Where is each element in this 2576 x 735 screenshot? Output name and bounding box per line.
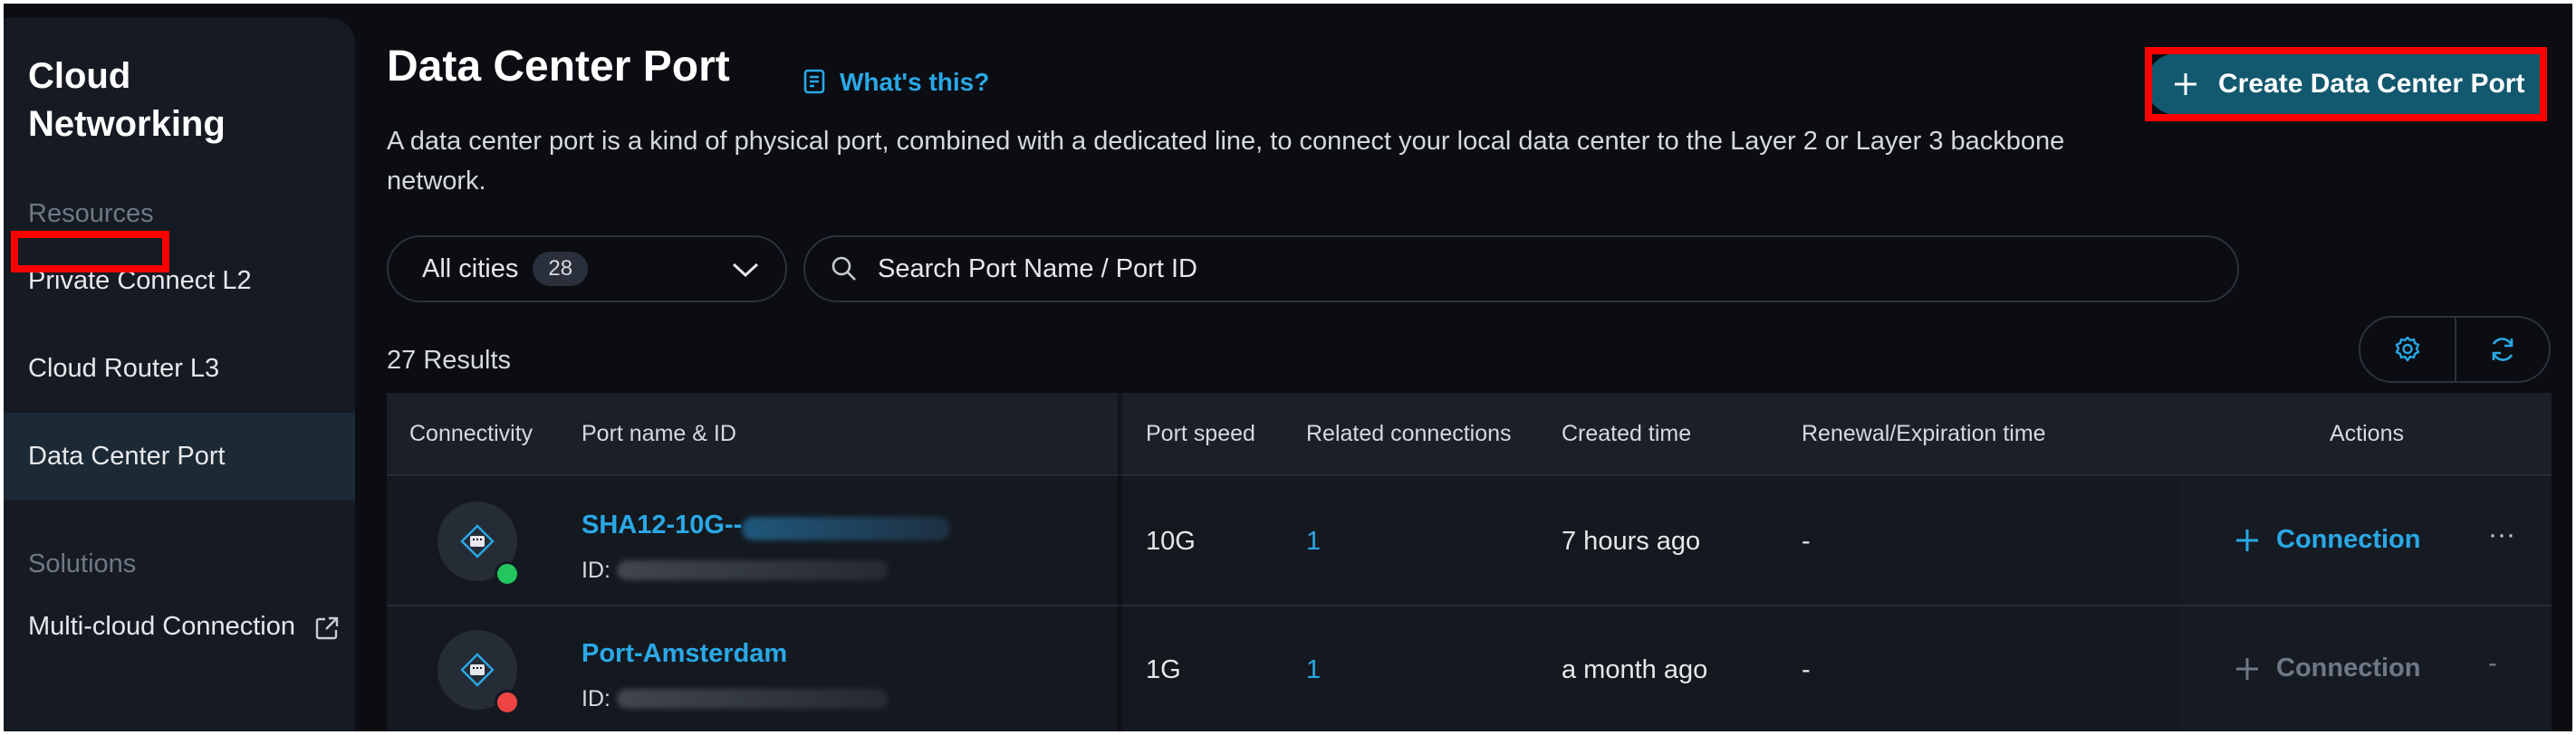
- more-actions-disabled: -: [2488, 648, 2497, 678]
- sidebar-title: Cloud Networking: [28, 56, 226, 144]
- created-time: a month ago: [1562, 655, 1708, 684]
- port-id-label: ID:: [582, 686, 610, 711]
- table-row: SHA12-10G-- ID: 10G 1 7 hours ago - Conn…: [387, 478, 2552, 606]
- table-header: Connectivity Port name & ID Port speed R…: [387, 393, 2552, 476]
- settings-button[interactable]: [2360, 318, 2455, 381]
- add-connection-button[interactable]: Connection: [2235, 525, 2421, 555]
- port-icon: [460, 653, 495, 687]
- redacted-id: [617, 689, 889, 709]
- created-time: 7 hours ago: [1562, 527, 1701, 556]
- whats-this-link[interactable]: What's this?: [803, 68, 989, 97]
- sidebar-item-label: Data Center Port: [28, 441, 226, 471]
- renewal-time: -: [1802, 655, 1811, 684]
- create-button-label: Create Data Center Port: [2218, 69, 2525, 99]
- port-name-link[interactable]: SHA12-10G--: [582, 511, 742, 540]
- status-dot-online: [495, 561, 520, 587]
- column-header: Port speed: [1146, 421, 1255, 446]
- sticky-column-shadow: [1118, 393, 1125, 731]
- port-speed: 1G: [1146, 655, 1181, 684]
- add-connection-label: Connection: [2276, 525, 2421, 554]
- sidebar-section-resources: Resources: [28, 199, 154, 228]
- create-data-center-port-button[interactable]: Create Data Center Port: [2146, 53, 2540, 115]
- plus-icon: [2236, 657, 2258, 680]
- redacted-name: [742, 517, 950, 540]
- plus-icon: [2175, 73, 2196, 95]
- related-connections-link[interactable]: 1: [1306, 527, 1321, 557]
- add-connection-label: Connection: [2276, 654, 2421, 682]
- sidebar-item-label: Private Connect L2: [28, 265, 252, 295]
- column-header: Renewal/Expiration time: [1802, 421, 2046, 446]
- column-header: Related connections: [1306, 421, 1512, 446]
- more-actions-button[interactable]: ···: [2488, 520, 2515, 550]
- page-description: A data center port is a kind of physical…: [387, 127, 2065, 196]
- search-field[interactable]: Search Port Name / Port ID: [803, 235, 2239, 302]
- sidebar: Cloud Networking Resources Private Conne…: [4, 18, 355, 731]
- port-speed: 10G: [1146, 527, 1196, 556]
- city-select-value: All cities: [422, 253, 519, 283]
- sidebar-section-solutions: Solutions: [28, 549, 137, 578]
- page-title: Data Center Port: [387, 43, 730, 91]
- related-connections-link[interactable]: 1: [1306, 655, 1321, 685]
- city-select[interactable]: All cities 28: [387, 235, 787, 302]
- add-connection-button-disabled[interactable]: Connection: [2235, 654, 2421, 683]
- column-header: Created time: [1562, 421, 1692, 446]
- column-header: Actions: [2330, 421, 2404, 446]
- search-icon: [831, 256, 856, 281]
- port-id-label: ID:: [582, 558, 610, 583]
- search-input[interactable]: Search Port Name / Port ID: [878, 254, 1197, 284]
- app-window: Cloud Networking Resources Private Conne…: [4, 4, 2572, 731]
- sidebar-item-multi-cloud-connection[interactable]: Multi-cloud Connection: [28, 606, 336, 646]
- sidebar-item-label: Multi-cloud Connection: [28, 612, 295, 641]
- results-count: 27 Results: [387, 346, 512, 375]
- sidebar-item-data-center-port[interactable]: Data Center Port: [4, 413, 355, 500]
- refresh-icon: [2492, 338, 2514, 361]
- redacted-id: [617, 560, 889, 580]
- refresh-button[interactable]: [2454, 318, 2549, 381]
- gear-icon: [2395, 336, 2420, 362]
- sidebar-item-label: Cloud Router L3: [28, 353, 220, 383]
- port-name-link[interactable]: Port-Amsterdam: [582, 639, 787, 669]
- external-link-icon[interactable]: [314, 616, 340, 641]
- port-icon: [460, 524, 495, 558]
- renewal-time: -: [1802, 527, 1811, 556]
- column-header: Connectivity: [409, 421, 533, 446]
- sidebar-item-private-connect-l2[interactable]: Private Connect L2: [4, 237, 355, 324]
- table-row: Port-Amsterdam ID: 1G 1 a month ago - Co…: [387, 606, 2552, 731]
- table-toolbar: [2359, 316, 2551, 383]
- status-dot-offline: [495, 690, 520, 715]
- chevron-down-icon: [732, 262, 759, 278]
- ports-table: Connectivity Port name & ID Port speed R…: [387, 393, 2552, 731]
- document-icon: [803, 69, 825, 94]
- city-count-badge: 28: [533, 252, 589, 286]
- whats-this-label: What's this?: [840, 68, 990, 96]
- plus-icon: [2236, 529, 2258, 551]
- sidebar-item-cloud-router-l3[interactable]: Cloud Router L3: [4, 325, 355, 412]
- column-header: Port name & ID: [582, 421, 736, 446]
